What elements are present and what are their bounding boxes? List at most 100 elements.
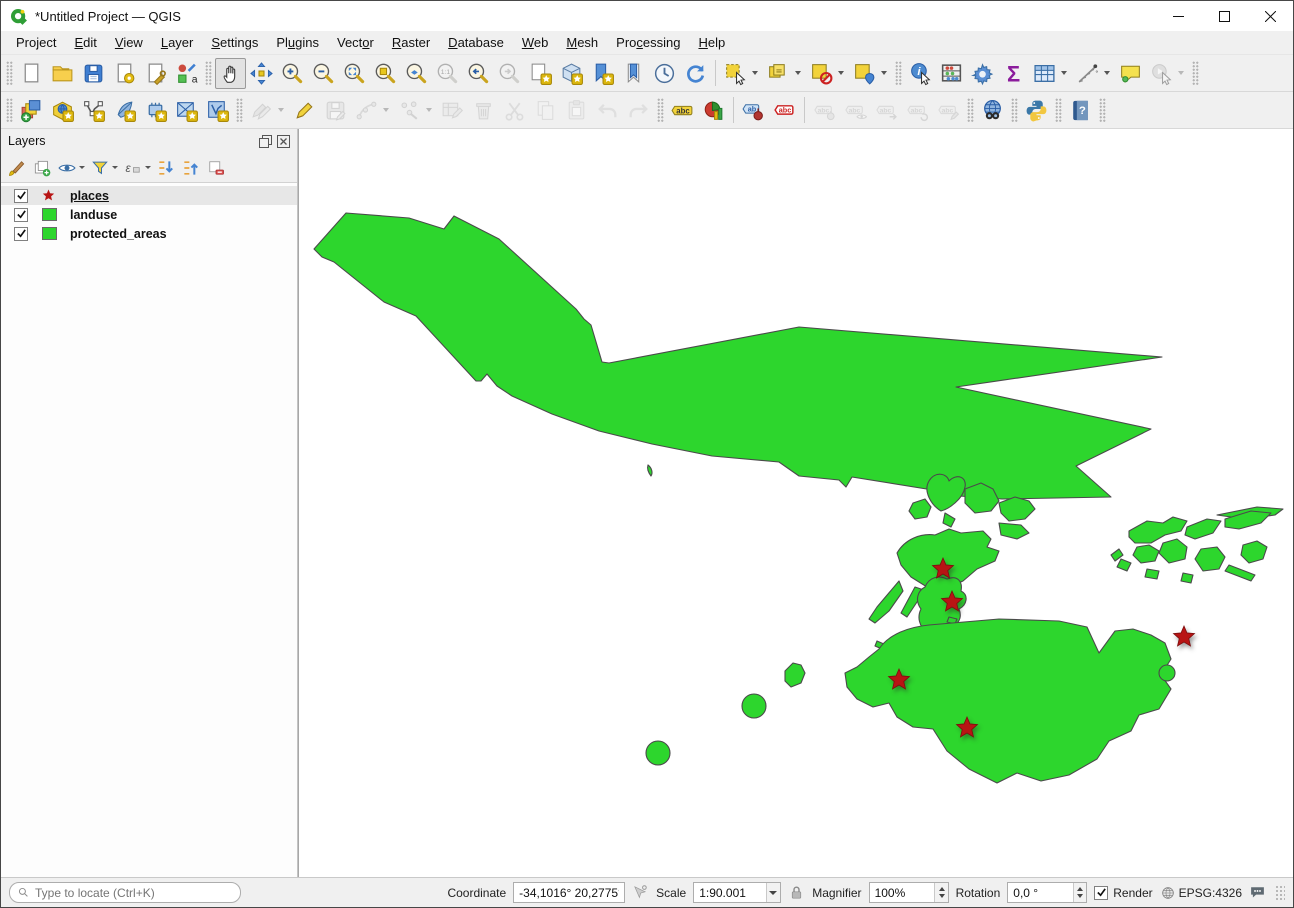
new-map-view-button[interactable] bbox=[525, 58, 556, 89]
new-virtual-layer-button[interactable] bbox=[140, 95, 171, 126]
identify-features-button[interactable]: i bbox=[905, 58, 936, 89]
layer-visibility-checkbox[interactable] bbox=[14, 227, 28, 241]
open-layer-styling-button[interactable] bbox=[6, 157, 28, 179]
layer-item-places[interactable]: places bbox=[1, 186, 297, 205]
chevron-down-icon[interactable] bbox=[1061, 71, 1067, 75]
menu-help[interactable]: Help bbox=[689, 33, 734, 52]
temporal-controller-button[interactable] bbox=[649, 58, 680, 89]
toolbar-grip[interactable] bbox=[1055, 98, 1062, 122]
map-canvas[interactable] bbox=[298, 129, 1293, 877]
menu-view[interactable]: View bbox=[106, 33, 152, 52]
chevron-down-icon[interactable] bbox=[752, 71, 758, 75]
layer-item-landuse[interactable]: landuse bbox=[1, 205, 297, 224]
style-manager-button[interactable]: a bbox=[171, 58, 202, 89]
crs-status-button[interactable]: EPSG:4326 bbox=[1160, 885, 1242, 901]
zoom-to-layer-button[interactable] bbox=[401, 58, 432, 89]
new-mesh-layer-button[interactable] bbox=[171, 95, 202, 126]
scale-input[interactable] bbox=[694, 886, 765, 900]
menu-project[interactable]: Project bbox=[7, 33, 65, 52]
zoom-in-button[interactable] bbox=[277, 58, 308, 89]
chevron-down-icon[interactable] bbox=[112, 166, 118, 169]
metasearch-button[interactable] bbox=[977, 95, 1008, 126]
panel-float-button[interactable] bbox=[259, 135, 272, 148]
show-unplaced-labels-button[interactable]: abc bbox=[769, 95, 800, 126]
open-field-calculator-button[interactable] bbox=[936, 58, 967, 89]
minimize-button[interactable] bbox=[1155, 1, 1201, 31]
menu-mesh[interactable]: Mesh bbox=[557, 33, 607, 52]
select-features-button[interactable] bbox=[720, 58, 763, 89]
locator-input[interactable] bbox=[35, 886, 233, 900]
new-project-button[interactable] bbox=[16, 58, 47, 89]
panel-close-button[interactable] bbox=[277, 135, 290, 148]
manage-map-themes-button[interactable] bbox=[56, 157, 86, 179]
collapse-all-button[interactable] bbox=[180, 157, 202, 179]
layer-diagram-options-button[interactable] bbox=[698, 95, 729, 126]
menu-edit[interactable]: Edit bbox=[65, 33, 105, 52]
menu-processing[interactable]: Processing bbox=[607, 33, 689, 52]
show-spatial-bookmarks-button[interactable] bbox=[618, 58, 649, 89]
highlight-pinned-labels-button[interactable]: ab bbox=[738, 95, 769, 126]
toolbar-grip[interactable] bbox=[205, 61, 212, 85]
select-features-by-value-button[interactable] bbox=[763, 58, 806, 89]
toolbar-grip[interactable] bbox=[1099, 98, 1106, 122]
close-button[interactable] bbox=[1247, 1, 1293, 31]
refresh-map-button[interactable] bbox=[680, 58, 711, 89]
chevron-down-icon[interactable] bbox=[1178, 71, 1184, 75]
menu-web[interactable]: Web bbox=[513, 33, 558, 52]
window-resize-grip[interactable] bbox=[1275, 885, 1285, 901]
expand-all-button[interactable] bbox=[155, 157, 177, 179]
chevron-down-icon[interactable] bbox=[79, 166, 85, 169]
measure-line-button[interactable]: ° bbox=[1072, 58, 1115, 89]
add-group-button[interactable] bbox=[31, 157, 53, 179]
python-console-button[interactable] bbox=[1021, 95, 1052, 126]
new-gpx-layer-button[interactable] bbox=[202, 95, 233, 126]
extents-toggle-button[interactable] bbox=[632, 884, 649, 901]
menu-plugins[interactable]: Plugins bbox=[267, 33, 328, 52]
toolbar-grip[interactable] bbox=[236, 98, 243, 122]
select-by-location-button[interactable] bbox=[849, 58, 892, 89]
open-data-source-manager-button[interactable] bbox=[16, 95, 47, 126]
lock-scale-button[interactable] bbox=[788, 884, 805, 901]
maximize-button[interactable] bbox=[1201, 1, 1247, 31]
new-spatialite-layer-button[interactable] bbox=[109, 95, 140, 126]
filter-legend-button[interactable] bbox=[89, 157, 119, 179]
rotation-spinbox[interactable] bbox=[1007, 882, 1087, 903]
pan-to-selection-button[interactable] bbox=[246, 58, 277, 89]
coordinate-input[interactable] bbox=[514, 886, 624, 900]
toolbar-grip[interactable] bbox=[895, 61, 902, 85]
zoom-last-button[interactable] bbox=[463, 58, 494, 89]
menu-vector[interactable]: Vector bbox=[328, 33, 383, 52]
deselect-features-button[interactable] bbox=[806, 58, 849, 89]
new-shapefile-layer-button[interactable] bbox=[78, 95, 109, 126]
open-attribute-table-button[interactable] bbox=[1029, 58, 1072, 89]
toolbar-grip[interactable] bbox=[1192, 61, 1199, 85]
rotation-input[interactable] bbox=[1008, 886, 1073, 900]
open-project-button[interactable] bbox=[47, 58, 78, 89]
processing-toolbox-button[interactable] bbox=[967, 58, 998, 89]
chevron-down-icon[interactable] bbox=[383, 108, 389, 112]
menu-settings[interactable]: Settings bbox=[202, 33, 267, 52]
magnifier-input[interactable] bbox=[870, 886, 935, 900]
locator-search[interactable] bbox=[9, 882, 241, 903]
chevron-down-icon[interactable] bbox=[881, 71, 887, 75]
menu-raster[interactable]: Raster bbox=[383, 33, 439, 52]
new-print-layout-button[interactable] bbox=[109, 58, 140, 89]
magnifier-spinbox[interactable] bbox=[869, 882, 949, 903]
chevron-down-icon[interactable] bbox=[145, 166, 151, 169]
filter-legend-by-expression-button[interactable]: ε bbox=[122, 157, 152, 179]
statistical-summary-button[interactable]: Σ bbox=[998, 58, 1029, 89]
toolbar-grip[interactable] bbox=[1011, 98, 1018, 122]
menu-database[interactable]: Database bbox=[439, 33, 513, 52]
scale-dropdown-button[interactable] bbox=[766, 883, 781, 902]
new-spatial-bookmark-button[interactable] bbox=[587, 58, 618, 89]
new-3d-map-view-button[interactable] bbox=[556, 58, 587, 89]
map-tips-button[interactable] bbox=[1115, 58, 1146, 89]
menu-layer[interactable]: Layer bbox=[152, 33, 203, 52]
toolbar-grip[interactable] bbox=[6, 98, 13, 122]
chevron-down-icon[interactable] bbox=[795, 71, 801, 75]
zoom-to-selection-button[interactable] bbox=[370, 58, 401, 89]
remove-layer-button[interactable] bbox=[205, 157, 227, 179]
rotation-spin-buttons[interactable] bbox=[1073, 883, 1086, 902]
layer-item-protected_areas[interactable]: protected_areas bbox=[1, 224, 297, 243]
chevron-down-icon[interactable] bbox=[426, 108, 432, 112]
